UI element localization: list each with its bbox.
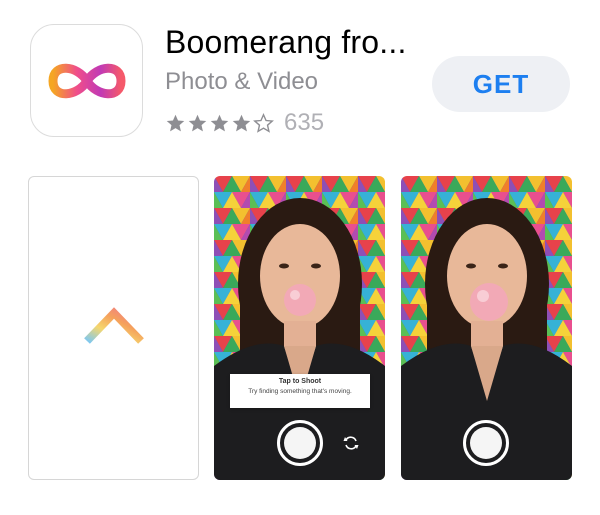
app-title: Boomerang fro... [165, 24, 407, 60]
star-empty-icon [253, 112, 274, 133]
star-filled-icon [188, 114, 207, 131]
rating-count: 635 [284, 109, 325, 136]
tap-to-shoot-tooltip: Tap to Shoot Try finding something that'… [230, 374, 370, 408]
rainbow-chevron-icon [84, 307, 144, 344]
flip-camera-icon [343, 436, 359, 450]
tooltip-subtitle: Try finding something that's moving. [248, 388, 352, 395]
tooltip-title: Tap to Shoot [278, 378, 322, 385]
get-button[interactable]: GET [432, 56, 570, 112]
app-category[interactable]: Photo & Video [165, 68, 318, 96]
screenshot-launch[interactable] [28, 176, 199, 480]
rating-row[interactable]: 635 [165, 108, 324, 138]
star-filled-icon [232, 114, 251, 131]
star-rating [165, 112, 274, 134]
screenshot-camera-tooltip[interactable]: Tap to Shoot Try finding something that'… [214, 176, 385, 480]
app-icon[interactable] [30, 24, 143, 137]
infinity-logo-icon [47, 63, 126, 98]
star-filled-icon [166, 114, 185, 131]
shutter-button-icon [277, 420, 323, 466]
screenshot-camera[interactable] [401, 176, 572, 480]
shutter-button-icon [463, 420, 509, 466]
star-filled-icon [210, 114, 229, 131]
